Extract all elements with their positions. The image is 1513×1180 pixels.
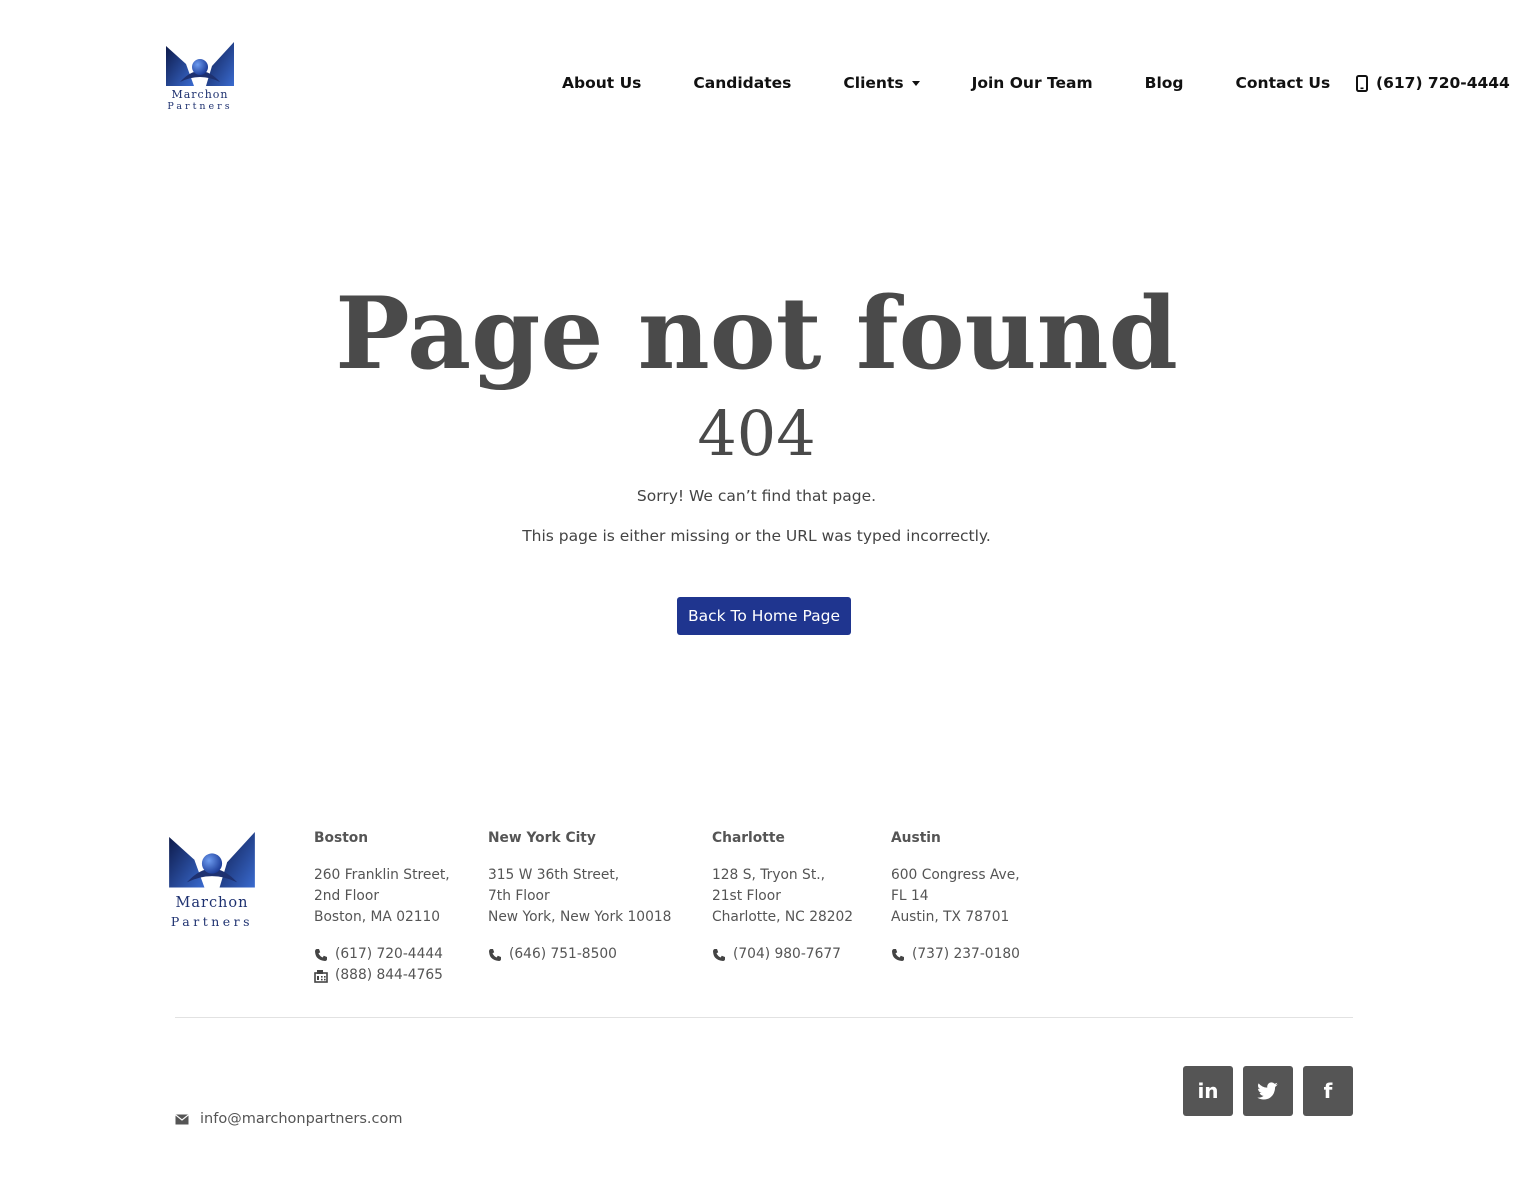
office-city: Austin (891, 830, 941, 846)
address-line: 7th Floor (488, 888, 550, 904)
address-line: 600 Congress Ave, (891, 867, 1020, 883)
office-phone-link[interactable]: (704) 980-7677 (712, 944, 853, 965)
office-charlotte: Charlotte 128 S, Tryon St., 21st Floor C… (712, 828, 853, 965)
error-description: This page is either missing or the URL w… (522, 527, 991, 545)
error-code: 404 (697, 397, 816, 470)
office-phone-link[interactable]: (617) 720-4444 (314, 944, 450, 965)
office-address: 600 Congress Ave, FL 14 Austin, TX 78701 (891, 865, 1020, 928)
address-line: 2nd Floor (314, 888, 379, 904)
header-phone-link[interactable]: (617) 720-4444 (1356, 70, 1510, 96)
nav-about-us[interactable]: About Us (562, 74, 641, 92)
nav-label: Join Our Team (971, 74, 1093, 92)
address-line: Austin, TX 78701 (891, 909, 1010, 925)
caret-down-icon (911, 80, 920, 86)
phone-icon (712, 948, 726, 962)
email-address: info@marchonpartners.com (200, 1111, 403, 1127)
phone-icon (488, 948, 502, 962)
nav-label: Blog (1144, 74, 1184, 92)
logo-word-marchon: Marchon (171, 88, 229, 101)
nav-candidates[interactable]: Candidates (693, 74, 791, 92)
main-nav: About Us Candidates Clients Join Our Tea… (562, 70, 1330, 96)
office-phone: (704) 980-7677 (733, 946, 841, 962)
twitter-button[interactable] (1243, 1066, 1293, 1116)
marchon-logo-icon (166, 42, 234, 86)
header-phone-number: (617) 720-4444 (1376, 74, 1510, 92)
address-line: New York, New York 10018 (488, 909, 672, 925)
nav-contact-us[interactable]: Contact Us (1236, 74, 1331, 92)
address-line: FL 14 (891, 888, 929, 904)
page-title: Page not found (335, 276, 1178, 392)
footer-logo[interactable]: Marchon Partners (166, 832, 258, 928)
logo[interactable]: Marchon Partners (164, 42, 236, 120)
office-phone-link[interactable]: (646) 751-8500 (488, 944, 671, 965)
office-fax: (888) 844-4765 (314, 965, 450, 986)
office-address: 260 Franklin Street, 2nd Floor Boston, M… (314, 865, 450, 928)
office-address: 128 S, Tryon St., 21st Floor Charlotte, … (712, 865, 853, 928)
logo-word-partners: Partners (170, 913, 254, 929)
mobile-phone-icon (1356, 74, 1368, 92)
address-line: 315 W 36th Street, (488, 867, 620, 883)
office-phone-link[interactable]: (737) 237-0180 (891, 944, 1020, 965)
nav-blog[interactable]: Blog (1145, 74, 1184, 92)
office-phone: (737) 237-0180 (912, 946, 1020, 962)
facebook-icon: f (1323, 1079, 1333, 1103)
office-fax-number: (888) 844-4765 (335, 967, 443, 983)
error-message: Sorry! We can’t find that page. (636, 487, 877, 505)
footer-divider (175, 1017, 1353, 1018)
phone-icon (314, 948, 328, 962)
office-phone: (617) 720-4444 (335, 946, 443, 962)
phone-icon (891, 948, 905, 962)
nav-label: Contact Us (1235, 74, 1331, 92)
address-line: Charlotte, NC 28202 (712, 909, 854, 925)
address-line: 260 Franklin Street, (314, 867, 450, 883)
office-new-york-city: New York City 315 W 36th Street, 7th Flo… (488, 828, 671, 965)
fax-icon (314, 969, 328, 983)
nav-join-our-team[interactable]: Join Our Team (972, 74, 1093, 92)
back-to-home-button[interactable]: Back To Home Page (677, 597, 851, 635)
office-city: Charlotte (712, 830, 785, 846)
nav-clients[interactable]: Clients (843, 74, 920, 92)
marchon-logo-icon (169, 832, 255, 888)
linkedin-button[interactable]: in (1183, 1066, 1233, 1116)
office-address: 315 W 36th Street, 7th Floor New York, N… (488, 865, 671, 928)
envelope-icon (175, 1113, 189, 1125)
nav-label: About Us (562, 74, 642, 92)
office-city: New York City (488, 830, 596, 846)
logo-word-marchon: Marchon (175, 895, 249, 911)
nav-label: Candidates (693, 74, 792, 92)
twitter-icon (1257, 1082, 1278, 1100)
email-link[interactable]: info@marchonpartners.com (175, 1111, 403, 1127)
office-city: Boston (314, 830, 369, 846)
nav-label: Clients (843, 74, 904, 92)
address-line: 128 S, Tryon St., (712, 867, 825, 883)
linkedin-icon: in (1197, 1079, 1219, 1103)
logo-word-partners: Partners (167, 101, 233, 112)
address-line: 21st Floor (712, 888, 781, 904)
office-boston: Boston 260 Franklin Street, 2nd Floor Bo… (314, 828, 450, 986)
office-phone: (646) 751-8500 (509, 946, 617, 962)
office-austin: Austin 600 Congress Ave, FL 14 Austin, T… (891, 828, 1020, 965)
facebook-button[interactable]: f (1303, 1066, 1353, 1116)
address-line: Boston, MA 02110 (314, 909, 441, 925)
